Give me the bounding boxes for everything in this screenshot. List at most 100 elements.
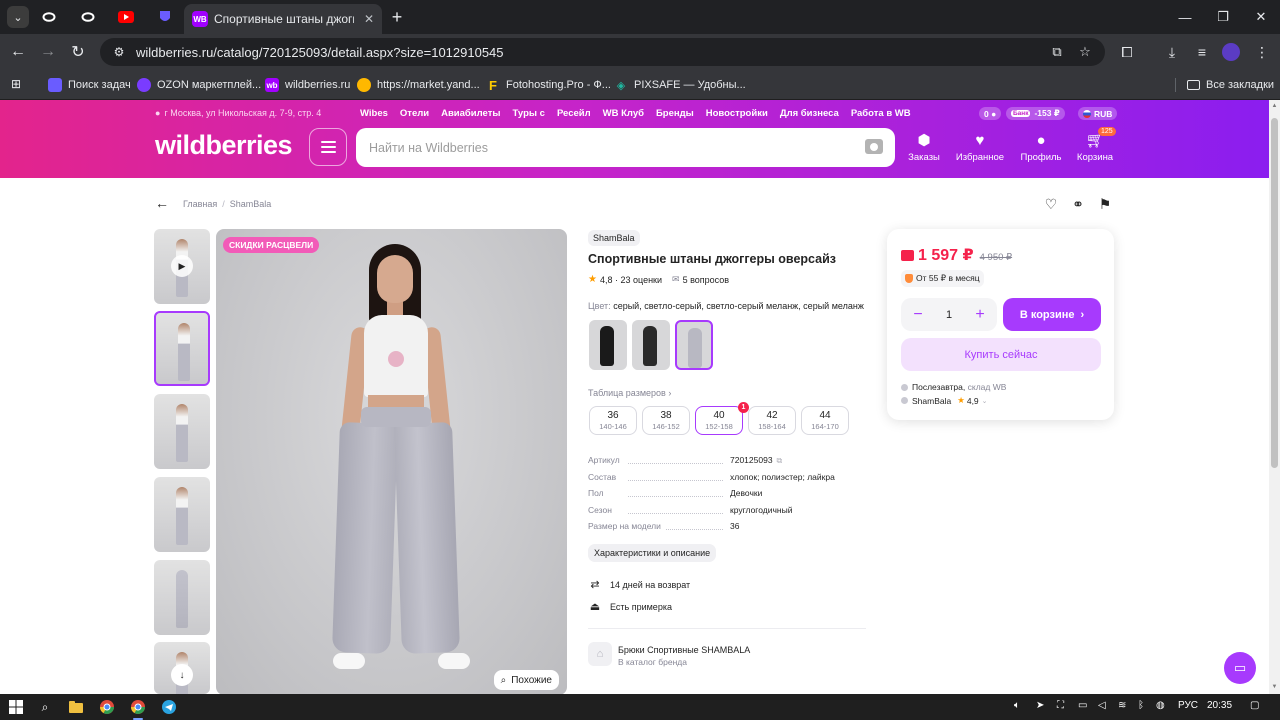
questions-count[interactable]: 5 вопросов bbox=[683, 275, 729, 285]
share-link-icon[interactable]: ⚭ bbox=[1069, 195, 1087, 213]
back-arrow-icon[interactable]: ← bbox=[155, 195, 169, 211]
tab-active[interactable]: WB Спортивные штаны джоггеры ✕ bbox=[184, 4, 382, 34]
topnav-tours[interactable]: Туры с bbox=[512, 108, 544, 119]
address-bar[interactable]: ⚙ wildberries.ru/catalog/720125093/detai… bbox=[100, 38, 1105, 66]
bookmark-item[interactable]: ◈ PIXSAFE — Удобны... bbox=[614, 76, 746, 94]
topnav-wb-club[interactable]: WB Клуб bbox=[603, 108, 644, 119]
thumbnail[interactable] bbox=[154, 394, 210, 469]
thumbnail[interactable] bbox=[154, 477, 210, 552]
file-explorer-icon[interactable] bbox=[67, 698, 85, 716]
brand-chip[interactable]: ShamBala bbox=[588, 230, 640, 246]
pinned-tab-2[interactable] bbox=[73, 5, 103, 29]
bookmark-item[interactable]: Поиск задач bbox=[48, 76, 131, 94]
nav-profile[interactable]: ● Профиль bbox=[1011, 131, 1071, 163]
breadcrumb-home[interactable]: Главная bbox=[183, 199, 217, 209]
brand-block[interactable]: ⌂ Брюки Спортивные SHAMBALA В каталог бр… bbox=[588, 642, 750, 667]
bookmark-item[interactable]: F Fotohosting.Pro - Ф... bbox=[486, 76, 611, 94]
hardware-icon[interactable]: ▭ bbox=[1078, 700, 1087, 711]
telegram-icon[interactable] bbox=[160, 698, 178, 716]
profile-avatar[interactable] bbox=[1222, 43, 1240, 61]
nav-cart[interactable]: 🛒︎ Корзина 125 bbox=[1065, 127, 1125, 163]
screen-capture-icon[interactable]: ⛶ bbox=[1057, 700, 1064, 711]
tab-search-button[interactable]: ⌄ bbox=[7, 6, 29, 28]
nav-orders[interactable]: ⬢ Заказы bbox=[894, 131, 954, 163]
chrome-tray-icon[interactable]: ◍ bbox=[1156, 700, 1165, 711]
scroll-down-icon[interactable]: ↓ bbox=[171, 664, 193, 686]
bank-balance[interactable]: Банк -153 ₽ bbox=[1006, 107, 1065, 120]
characteristics-button[interactable]: Характеристики и описание bbox=[588, 544, 717, 562]
in-cart-button[interactable]: В корзине › bbox=[1003, 298, 1101, 331]
topnav-new-buildings[interactable]: Новостройки bbox=[706, 108, 768, 119]
bluetooth-icon[interactable]: ᛒ bbox=[1138, 700, 1144, 711]
back-button[interactable]: ← bbox=[7, 41, 29, 63]
downloads-icon[interactable]: ⤓ bbox=[1162, 42, 1182, 62]
topnav-brands[interactable]: Бренды bbox=[656, 108, 694, 119]
bookmark-item[interactable]: OZON маркетплей... bbox=[137, 76, 261, 94]
catalog-menu-button[interactable] bbox=[309, 128, 347, 166]
topnav-for-business[interactable]: Для бизнеса bbox=[780, 108, 839, 119]
pinned-tab-youtube[interactable] bbox=[111, 5, 141, 29]
bookmark-star-icon[interactable]: ☆ bbox=[1075, 43, 1095, 61]
seller-info[interactable]: ShamBala ★ 4,9 ⌄ bbox=[901, 395, 988, 406]
brand-catalog-link[interactable]: В каталог бренда bbox=[618, 657, 750, 667]
thumbnail-video[interactable]: ▶ bbox=[154, 229, 210, 304]
wifi-icon[interactable]: ≋ bbox=[1118, 700, 1126, 711]
currency-selector[interactable]: RUB bbox=[1078, 107, 1118, 120]
search-input[interactable] bbox=[369, 140, 839, 155]
size-option[interactable]: 42 158-164 bbox=[748, 406, 796, 435]
installment-badge[interactable]: От 55 ₽ в месяц bbox=[901, 270, 984, 287]
bookmark-item[interactable]: https://market.yand... bbox=[357, 76, 480, 94]
search-icon[interactable]: ⌕ bbox=[36, 698, 54, 716]
size-option-selected[interactable]: 40 152-158 bbox=[695, 406, 743, 435]
scroll-down-arrow-icon[interactable]: ▼ bbox=[1271, 684, 1278, 691]
breadcrumb-brand[interactable]: ShamBala bbox=[230, 199, 272, 209]
nav-favorites[interactable]: ♥ Избранное bbox=[950, 131, 1010, 163]
forward-button[interactable]: → bbox=[37, 41, 59, 63]
main-product-photo[interactable]: СКИДКИ РАСЦВЕЛИ ⌕ Похожие bbox=[216, 229, 567, 695]
similar-button[interactable]: ⌕ Похожие bbox=[493, 670, 559, 690]
scroll-up-arrow-icon[interactable]: ▲ bbox=[1271, 103, 1278, 110]
volume-icon[interactable]: 🔈︎ bbox=[1014, 700, 1020, 711]
thumbnail-selected[interactable] bbox=[154, 311, 210, 386]
color-swatch[interactable] bbox=[589, 320, 627, 370]
rating-row[interactable]: ★ 4,8 · 23 оценки ✉ 5 вопросов bbox=[588, 274, 729, 285]
topnav-wibes[interactable]: Wibes bbox=[360, 108, 388, 119]
url-text[interactable]: wildberries.ru/catalog/720125093/detail.… bbox=[136, 45, 504, 60]
all-bookmarks[interactable]: Все закладки bbox=[1187, 76, 1274, 94]
extensions-icon[interactable]: ⧠ bbox=[1117, 42, 1137, 62]
decrease-quantity-button[interactable]: − bbox=[911, 306, 925, 324]
report-icon[interactable]: ⚑ bbox=[1096, 195, 1114, 213]
thumbnail[interactable]: ↓ bbox=[154, 642, 210, 694]
topnav-work-at-wb[interactable]: Работа в WB bbox=[851, 108, 911, 119]
color-swatch[interactable] bbox=[632, 320, 670, 370]
bookmark-item[interactable]: wb wildberries.ru bbox=[265, 76, 350, 94]
thumbnail[interactable] bbox=[154, 560, 210, 635]
topnav-hotels[interactable]: Отели bbox=[400, 108, 429, 119]
page-scrollbar[interactable]: ▲ ▼ bbox=[1269, 100, 1280, 694]
color-swatch-selected[interactable] bbox=[675, 320, 713, 370]
maximize-button[interactable]: ❐ bbox=[1204, 0, 1242, 34]
clock[interactable]: 20:35 bbox=[1207, 700, 1232, 711]
reload-button[interactable]: ↻ bbox=[67, 41, 89, 63]
browser-menu-icon[interactable]: ⋮ bbox=[1252, 42, 1272, 62]
chrome-icon-active[interactable] bbox=[129, 698, 147, 716]
new-tab-button[interactable]: + bbox=[386, 6, 408, 28]
camera-search-icon[interactable] bbox=[865, 139, 883, 154]
tab-close-icon[interactable]: ✕ bbox=[364, 12, 374, 26]
pinned-tab-3[interactable] bbox=[150, 5, 180, 29]
increase-quantity-button[interactable]: + bbox=[973, 306, 987, 324]
buy-now-button[interactable]: Купить сейчас bbox=[901, 338, 1101, 371]
wildberries-logo[interactable]: wildberries bbox=[155, 130, 293, 161]
topnav-flights[interactable]: Авиабилеты bbox=[441, 108, 500, 119]
site-settings-icon[interactable]: ⚙ bbox=[106, 42, 132, 62]
notifications-icon[interactable]: ▢ bbox=[1250, 700, 1259, 711]
wallet-balance[interactable]: 0 ● bbox=[979, 107, 1002, 120]
windows-start-icon[interactable] bbox=[7, 698, 25, 716]
topnav-resale[interactable]: Ресейл bbox=[557, 108, 591, 119]
size-option[interactable]: 36 140-146 bbox=[589, 406, 637, 435]
chrome-icon[interactable] bbox=[98, 698, 116, 716]
size-table-link[interactable]: Таблица размеров › bbox=[588, 388, 671, 398]
chat-button[interactable]: ▭ bbox=[1224, 652, 1256, 684]
install-app-icon[interactable]: ⧉ bbox=[1047, 43, 1067, 61]
telegram-tray-icon[interactable]: ➤ bbox=[1036, 700, 1044, 711]
